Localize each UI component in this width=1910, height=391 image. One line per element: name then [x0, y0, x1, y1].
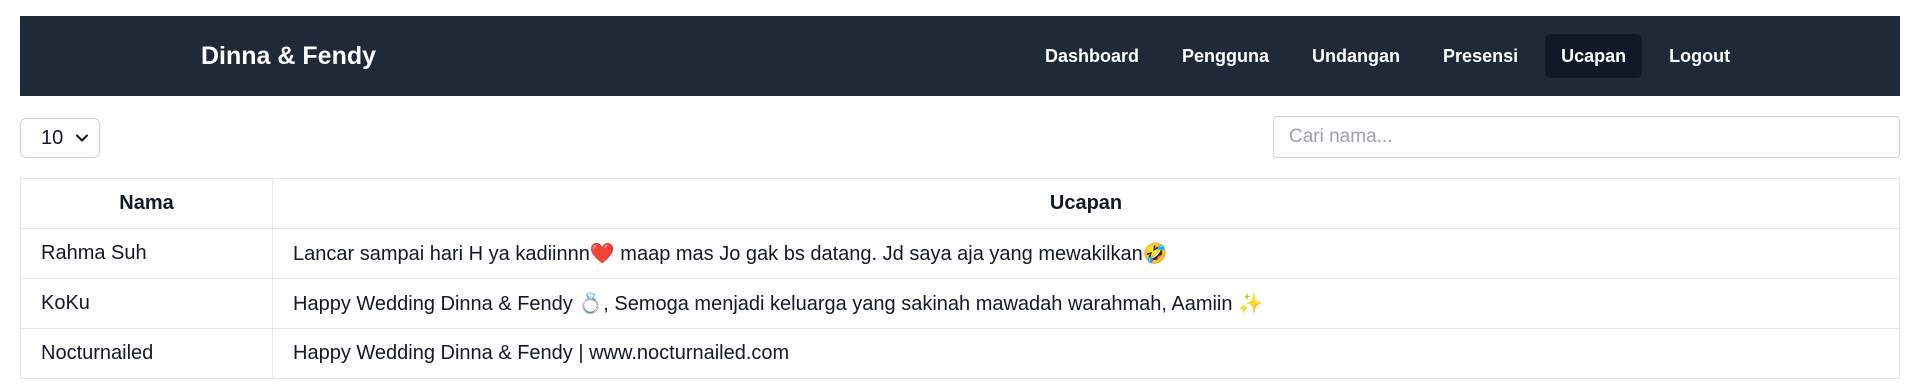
nav-item-ucapan[interactable]: Ucapan — [1545, 34, 1643, 78]
brand-title[interactable]: Dinna & Fendy — [201, 16, 376, 96]
nav-menu: Dashboard Pengguna Undangan Presensi Uca… — [1029, 34, 1746, 78]
table-row: Rahma Suh Lancar sampai hari H ya kadiin… — [20, 228, 1900, 279]
nav-item-dashboard[interactable]: Dashboard — [1029, 34, 1155, 78]
cell-nama: Nocturnailed — [20, 328, 273, 379]
navbar: Dinna & Fendy Dashboard Pengguna Undanga… — [20, 16, 1900, 96]
cell-ucapan: Happy Wedding Dinna & Fendy | www.noctur… — [272, 328, 1900, 379]
page: Dinna & Fendy Dashboard Pengguna Undanga… — [0, 0, 1910, 391]
column-header-nama: Nama — [20, 178, 273, 229]
ucapan-table: Nama Ucapan Rahma Suh Lancar sampai hari… — [20, 178, 1900, 379]
cell-nama: Rahma Suh — [20, 228, 273, 279]
column-header-ucapan: Ucapan — [272, 178, 1900, 229]
search-input[interactable] — [1273, 116, 1900, 158]
cell-ucapan: Lancar sampai hari H ya kadiinnn❤️ maap … — [272, 228, 1900, 279]
table-row: Nocturnailed Happy Wedding Dinna & Fendy… — [20, 328, 1900, 379]
table-row: KoKu Happy Wedding Dinna & Fendy 💍, Semo… — [20, 278, 1900, 329]
nav-item-presensi[interactable]: Presensi — [1427, 34, 1534, 78]
cell-ucapan: Happy Wedding Dinna & Fendy 💍, Semoga me… — [272, 278, 1900, 329]
cell-nama: KoKu — [20, 278, 273, 329]
nav-item-undangan[interactable]: Undangan — [1296, 34, 1416, 78]
page-size-select[interactable]: 10 — [20, 118, 100, 158]
chevron-down-icon — [76, 134, 88, 142]
nav-item-pengguna[interactable]: Pengguna — [1166, 34, 1285, 78]
table-header-row: Nama Ucapan — [20, 178, 1900, 229]
page-size-value: 10 — [41, 126, 64, 149]
nav-item-logout[interactable]: Logout — [1653, 34, 1746, 78]
